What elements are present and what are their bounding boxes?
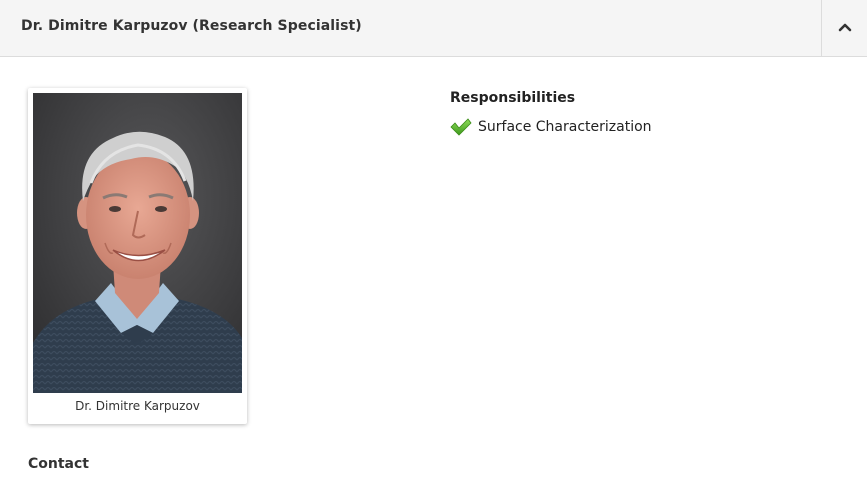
photo-caption: Dr. Dimitre Karpuzov	[75, 399, 200, 413]
panel-title: Dr. Dimitre Karpuzov (Research Specialis…	[21, 18, 362, 34]
checkmark-icon	[450, 118, 472, 136]
responsibilities-heading: Responsibilities	[450, 90, 576, 106]
list-item: Surface Characterization	[450, 117, 652, 137]
profile-photo-card: Dr. Dimitre Karpuzov	[28, 88, 247, 424]
contact-heading: Contact	[28, 456, 89, 472]
collapse-toggle-button[interactable]	[821, 0, 867, 56]
responsibilities-list: Surface Characterization	[450, 117, 652, 137]
chevron-up-icon	[838, 23, 852, 32]
staff-panel: Dr. Dimitre Karpuzov (Research Specialis…	[0, 0, 867, 486]
panel-header[interactable]: Dr. Dimitre Karpuzov (Research Specialis…	[0, 0, 867, 57]
profile-photo	[33, 93, 242, 393]
responsibility-label: Surface Characterization	[478, 119, 652, 135]
